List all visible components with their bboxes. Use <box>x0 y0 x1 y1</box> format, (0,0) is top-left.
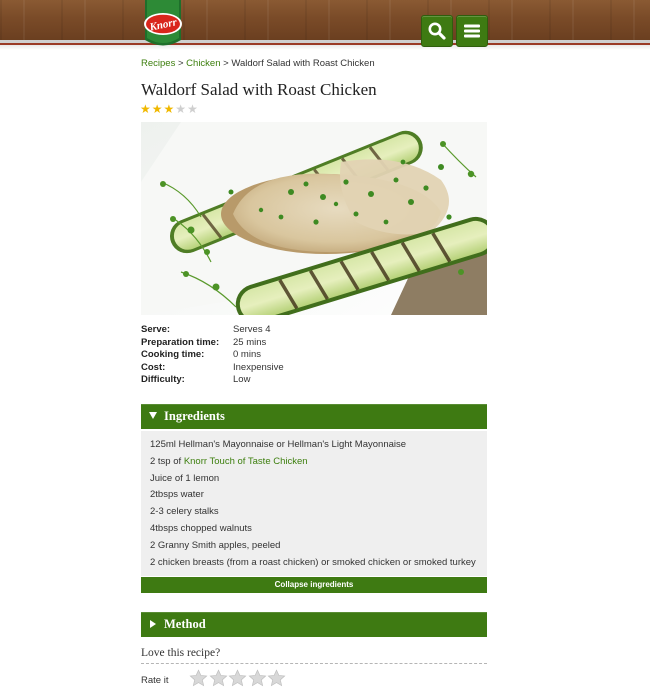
breadcrumb-link-recipes[interactable]: Recipes <box>141 58 175 69</box>
fact-row: Preparation time: 25 mins <box>141 337 284 350</box>
menu-icon <box>464 24 480 38</box>
star-empty-icon: ★ <box>187 102 199 116</box>
ingredient-item: 2 tsp of Knorr Touch of Taste Chicken <box>150 456 476 473</box>
fact-row: Serve: Serves 4 <box>141 324 284 337</box>
ingredient-product-link[interactable]: Knorr Touch of Taste Chicken <box>184 456 308 467</box>
fact-value: Low <box>233 374 251 386</box>
star-empty-icon: ★ <box>175 102 188 116</box>
fact-row: Difficulty: Low <box>141 374 284 387</box>
recipe-rating: ★★★★★ <box>140 102 199 116</box>
breadcrumb-separator: > <box>223 58 229 69</box>
fact-value: 25 mins <box>233 336 267 348</box>
method-title: Method <box>164 617 206 631</box>
triangle-down-icon <box>149 412 157 419</box>
fact-value: 0 mins <box>233 349 261 361</box>
dashed-divider <box>141 663 487 664</box>
fact-label: Difficulty: <box>141 374 185 386</box>
fact-value: Serves 4 <box>233 324 271 335</box>
fact-row: Cost: Inexpensive <box>141 362 284 375</box>
ingredient-item: 2tbsps water <box>150 489 204 501</box>
star-filled-icon: ★ <box>163 102 176 116</box>
ingredient-item: 2 chicken breasts (from a roast chicken)… <box>150 556 476 568</box>
fact-label: Cooking time: <box>141 349 205 361</box>
fact-label: Cost: <box>141 361 166 373</box>
recipe-photo <box>141 122 487 315</box>
search-button[interactable] <box>421 15 453 47</box>
breadcrumb: Recipes > Chicken > Waldorf Salad with R… <box>141 58 375 69</box>
fact-row: Cooking time: 0 mins <box>141 349 284 362</box>
rate-star-icon[interactable] <box>267 669 286 688</box>
star-filled-icon: ★ <box>140 102 152 116</box>
ingredients-panel: 125ml Hellman's Mayonnaise or Hellman's … <box>141 431 487 576</box>
ingredient-text: 2 tsp of <box>150 455 184 467</box>
ingredients-list: 125ml Hellman's Mayonnaise or Hellman's … <box>150 439 476 573</box>
search-icon <box>428 22 446 40</box>
ingredient-item: 125ml Hellman's Mayonnaise or Hellman's … <box>150 439 407 450</box>
love-recipe-heading: Love this recipe? <box>141 647 221 659</box>
method-toggle[interactable]: Method <box>141 612 487 637</box>
rate-star-icon[interactable] <box>189 669 208 688</box>
header-shadow <box>0 45 650 50</box>
menu-button[interactable] <box>456 15 488 47</box>
rate-star-icon[interactable] <box>209 669 228 688</box>
breadcrumb-separator: > <box>177 58 184 69</box>
fact-label: Preparation time: <box>141 336 220 348</box>
rate-it-label: Rate it <box>141 675 169 686</box>
knorr-logo[interactable]: Knorr <box>142 0 184 50</box>
triangle-right-icon <box>150 620 156 628</box>
collapse-ingredients-button[interactable]: Collapse ingredients <box>141 577 487 593</box>
fact-label: Serve: <box>141 324 171 335</box>
breadcrumb-link-chicken[interactable]: Chicken <box>186 58 220 69</box>
header-bar <box>0 0 650 40</box>
star-filled-icon: ★ <box>151 102 164 116</box>
recipe-facts: Serve: Serves 4 Preparation time: 25 mins Co… <box>141 324 284 387</box>
rate-stars <box>189 669 287 688</box>
ingredient-item: 2-3 celery stalks <box>150 506 219 518</box>
ingredient-item: 2 Granny Smith apples, peeled <box>150 539 281 551</box>
breadcrumb-current: Waldorf Salad with Roast Chicken <box>231 58 375 69</box>
rate-star-icon[interactable] <box>228 669 247 688</box>
fact-value: Inexpensive <box>233 361 284 373</box>
ingredients-toggle[interactable]: Ingredients <box>141 404 487 429</box>
ingredient-item: 4tbsps chopped walnuts <box>150 522 252 534</box>
rate-star-icon[interactable] <box>248 669 267 688</box>
ingredients-title: Ingredients <box>164 409 225 423</box>
ingredient-item: Juice of 1 lemon <box>150 472 220 484</box>
recipe-title: Waldorf Salad with Roast Chicken <box>141 80 377 99</box>
